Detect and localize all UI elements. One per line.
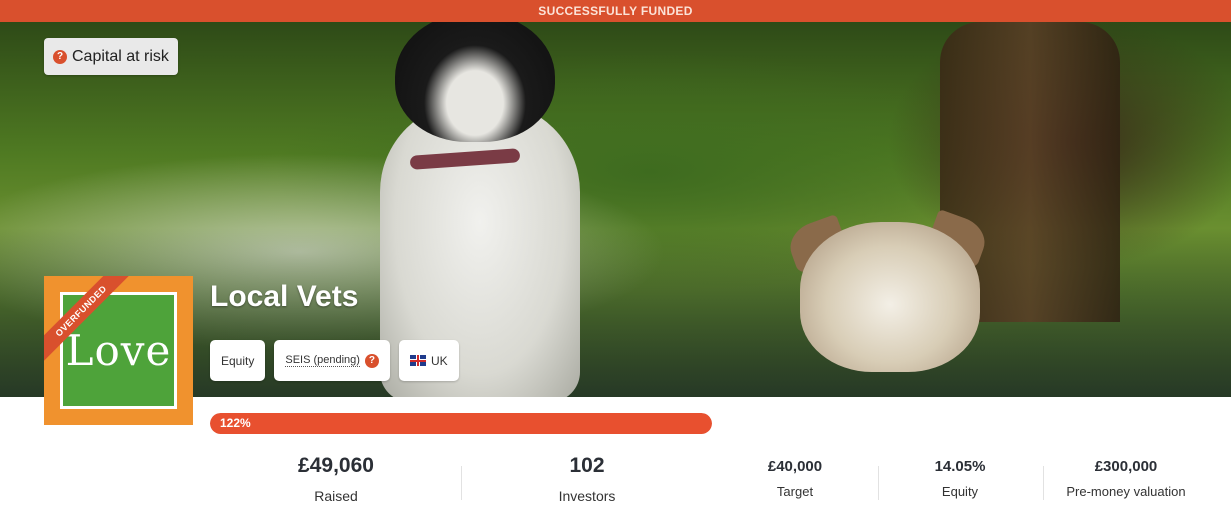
- funding-progress-fill: 122%: [210, 413, 712, 434]
- question-icon[interactable]: ?: [364, 353, 379, 368]
- stat-raised: £49,060 Raised: [236, 454, 436, 504]
- stat-target-value: £40,000: [767, 458, 823, 475]
- logo-wordmark: Love: [65, 326, 172, 375]
- stat-valuation-label: Pre-money valuation: [1066, 484, 1186, 499]
- stat-target: £40,000 Target: [725, 458, 865, 499]
- question-icon: ?: [53, 49, 67, 64]
- tag-country-label: UK: [430, 353, 448, 368]
- stat-equity: 14.05% Equity: [890, 458, 1030, 499]
- tag-country[interactable]: UK: [398, 340, 459, 381]
- stat-valuation: £300,000 Pre-money valuation: [1046, 458, 1206, 499]
- dog-left-head: [395, 22, 555, 142]
- tag-seis[interactable]: SEIS (pending) ?: [274, 340, 390, 381]
- stat-investors: 102 Investors: [487, 454, 687, 504]
- company-logo: Love OVERFUNDED: [44, 276, 193, 425]
- tag-equity-label: Equity: [221, 353, 255, 368]
- capital-at-risk-label: Capital at risk: [72, 47, 169, 65]
- stat-investors-label: Investors: [558, 488, 616, 504]
- stat-equity-value: 14.05%: [934, 458, 986, 475]
- funding-progress-label: 122%: [220, 416, 251, 430]
- stat-investors-value: 102: [569, 454, 605, 477]
- dog-right-head: [800, 222, 980, 372]
- stat-divider: [878, 466, 879, 500]
- stat-raised-value: £49,060: [298, 454, 374, 477]
- stat-divider: [461, 466, 462, 500]
- company-name: Local Vets: [210, 280, 359, 313]
- funding-status-banner: SUCCESSFULLY FUNDED: [0, 0, 1231, 22]
- tag-seis-label: SEIS (pending): [285, 354, 360, 367]
- stat-valuation-value: £300,000: [1094, 458, 1158, 475]
- campaign-tags: Equity SEIS (pending) ? UK: [210, 340, 459, 381]
- tag-equity[interactable]: Equity: [210, 340, 266, 381]
- funding-status-text: SUCCESSFULLY FUNDED: [538, 4, 693, 18]
- stat-target-label: Target: [776, 484, 814, 499]
- capital-at-risk-button[interactable]: ? Capital at risk: [44, 38, 178, 75]
- stat-raised-label: Raised: [314, 488, 358, 504]
- stat-equity-label: Equity: [941, 484, 979, 499]
- funding-progress-bar: 122%: [210, 413, 712, 434]
- stat-divider: [1043, 466, 1044, 500]
- uk-flag-icon: [409, 355, 426, 366]
